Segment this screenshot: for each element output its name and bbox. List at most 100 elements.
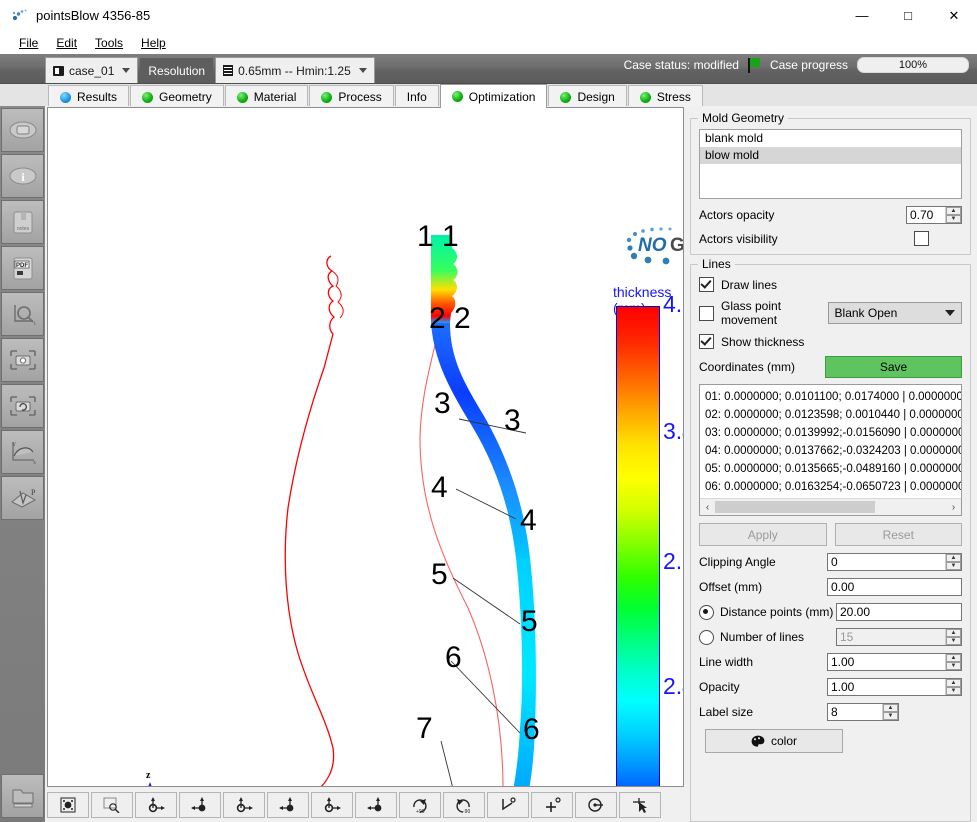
tab-stress[interactable]: Stress — [627, 85, 703, 108]
reset-button[interactable]: Reset — [834, 523, 962, 546]
spinner-up-icon[interactable]: ▲ — [946, 207, 961, 215]
spinner-buttons[interactable]: ▲ ▼ — [945, 207, 961, 223]
3d-viewport[interactable]: NO GRID thickness (mm) 4.00 3.48 2.96 2.… — [47, 107, 684, 787]
menu-edit[interactable]: Edit — [47, 34, 86, 52]
probe-p-icon[interactable]: P — [1, 476, 44, 520]
spinner-buttons[interactable]: ▲ ▼ — [945, 654, 961, 670]
resolution-selector[interactable]: 0.65mm -- Hmin:1.25 — [215, 57, 375, 83]
line-width-spinner[interactable]: ▲ ▼ — [827, 653, 962, 671]
show-thickness-checkbox[interactable] — [699, 334, 714, 349]
point-label-5-right: 5 — [521, 605, 538, 638]
tab-optimization[interactable]: Optimization — [439, 84, 548, 108]
clipping-angle-input[interactable] — [828, 554, 945, 570]
number-of-lines-spinner[interactable]: ▲ ▼ — [836, 628, 962, 646]
tab-info[interactable]: Info — [394, 85, 439, 108]
spinner-up-icon[interactable]: ▲ — [946, 629, 961, 637]
tab-results[interactable]: Results — [48, 85, 130, 108]
scroll-thumb[interactable] — [715, 501, 875, 513]
offset-field[interactable] — [827, 578, 962, 596]
list-item-blank-mold[interactable]: blank mold — [700, 130, 961, 147]
tab-label: Design — [577, 90, 615, 104]
view-minus-z-icon[interactable] — [355, 792, 397, 818]
spinner-up-icon[interactable]: ▲ — [946, 654, 961, 662]
spinner-buttons[interactable]: ▲ ▼ — [945, 554, 961, 570]
apply-button[interactable]: Apply — [699, 523, 827, 546]
clipping-angle-spinner[interactable]: ▲ ▼ — [827, 553, 962, 571]
spinner-up-icon[interactable]: ▲ — [883, 704, 898, 712]
scroll-track[interactable] — [715, 500, 946, 514]
tab-material[interactable]: Material — [224, 85, 309, 108]
actors-opacity-input[interactable] — [907, 207, 945, 223]
spinner-down-icon[interactable]: ▼ — [946, 662, 961, 670]
spinner-down-icon[interactable]: ▼ — [946, 215, 961, 223]
spinner-down-icon[interactable]: ▼ — [946, 562, 961, 570]
save-button[interactable]: Save — [825, 356, 962, 378]
rotate-cw-90-icon[interactable]: +90 — [399, 792, 441, 818]
offset-input[interactable] — [828, 579, 961, 595]
close-button[interactable]: ✕ — [931, 0, 977, 31]
view-plus-y-icon[interactable] — [223, 792, 265, 818]
spinner-down-icon[interactable]: ▼ — [946, 687, 961, 695]
notes-icon[interactable]: notes — [1, 200, 44, 244]
reset-camera-icon[interactable] — [47, 792, 89, 818]
scroll-right-icon[interactable]: › — [946, 502, 961, 513]
view-minus-x-icon[interactable] — [179, 792, 221, 818]
menu-tools[interactable]: Tools — [86, 34, 132, 52]
lines-title: Lines — [698, 257, 735, 271]
open-folder-icon[interactable] — [1, 774, 44, 818]
actors-opacity-spinner[interactable]: ▲ ▼ — [906, 206, 962, 224]
spinner-buttons[interactable]: ▲ ▼ — [882, 704, 898, 720]
status-dot-icon — [236, 91, 248, 103]
pdf-icon[interactable]: PDF — [1, 246, 44, 290]
draw-lines-checkbox[interactable] — [699, 277, 714, 292]
label-size-input[interactable] — [828, 704, 882, 720]
maximize-button[interactable]: □ — [885, 0, 931, 31]
curve-axis-icon[interactable]: Yx — [1, 430, 44, 474]
glass-point-movement-select[interactable]: Blank Open — [827, 302, 962, 324]
snapshot-refresh-icon[interactable] — [1, 384, 44, 428]
list-item-blow-mold[interactable]: blow mold — [700, 147, 961, 164]
spinner-up-icon[interactable]: ▲ — [946, 554, 961, 562]
rotate-ccw-90-icon[interactable]: -90 — [443, 792, 485, 818]
rotate-oblique-icon[interactable] — [487, 792, 529, 818]
distance-points-field[interactable] — [836, 603, 962, 621]
plot-search-icon[interactable]: t — [1, 292, 44, 336]
distance-points-input[interactable] — [837, 604, 961, 620]
case-selector[interactable]: case_01 — [45, 57, 139, 83]
spinner-down-icon[interactable]: ▼ — [883, 712, 898, 720]
spinner-up-icon[interactable]: ▲ — [946, 679, 961, 687]
view-plus-x-icon[interactable] — [135, 792, 177, 818]
number-of-lines-radio[interactable] — [699, 629, 714, 645]
color-button[interactable]: color — [705, 729, 843, 753]
view-plus-z-icon[interactable] — [311, 792, 353, 818]
tab-geometry[interactable]: Geometry — [130, 85, 224, 108]
actors-visibility-checkbox[interactable] — [914, 231, 929, 246]
add-view-icon[interactable] — [531, 792, 573, 818]
view-icon[interactable] — [1, 108, 44, 152]
center-rotation-icon[interactable] — [575, 792, 617, 818]
label-size-spinner[interactable]: ▲ ▼ — [827, 703, 899, 721]
zoom-to-box-icon[interactable] — [91, 792, 133, 818]
glass-point-movement-checkbox[interactable] — [699, 305, 714, 321]
coordinates-list[interactable]: 01: 0.0000000; 0.0101100; 0.0174000 | 0.… — [699, 384, 962, 516]
scroll-left-icon[interactable]: ‹ — [700, 502, 715, 513]
distance-points-radio[interactable] — [699, 604, 714, 620]
snapshot-icon[interactable] — [1, 338, 44, 382]
line-width-input[interactable] — [828, 654, 945, 670]
minimize-button[interactable]: — — [839, 0, 885, 31]
tab-design[interactable]: Design — [548, 85, 627, 108]
info-icon[interactable]: i — [1, 154, 44, 198]
opacity-input[interactable] — [828, 679, 945, 695]
spinner-buttons[interactable]: ▲ ▼ — [945, 679, 961, 695]
pick-cursor-icon[interactable] — [619, 792, 661, 818]
view-minus-y-icon[interactable] — [267, 792, 309, 818]
spinner-down-icon[interactable]: ▼ — [946, 637, 961, 645]
tab-process[interactable]: Process — [309, 85, 394, 108]
menu-help[interactable]: Help — [132, 34, 175, 52]
coordinates-hscrollbar[interactable]: ‹ › — [700, 498, 961, 515]
spinner-buttons[interactable]: ▲ ▼ — [945, 629, 961, 645]
menu-file[interactable]: File — [10, 34, 47, 52]
mold-list[interactable]: blank mold blow mold — [699, 129, 962, 199]
opacity-spinner[interactable]: ▲ ▼ — [827, 678, 962, 696]
menu-edit-label: Edit — [56, 36, 78, 50]
